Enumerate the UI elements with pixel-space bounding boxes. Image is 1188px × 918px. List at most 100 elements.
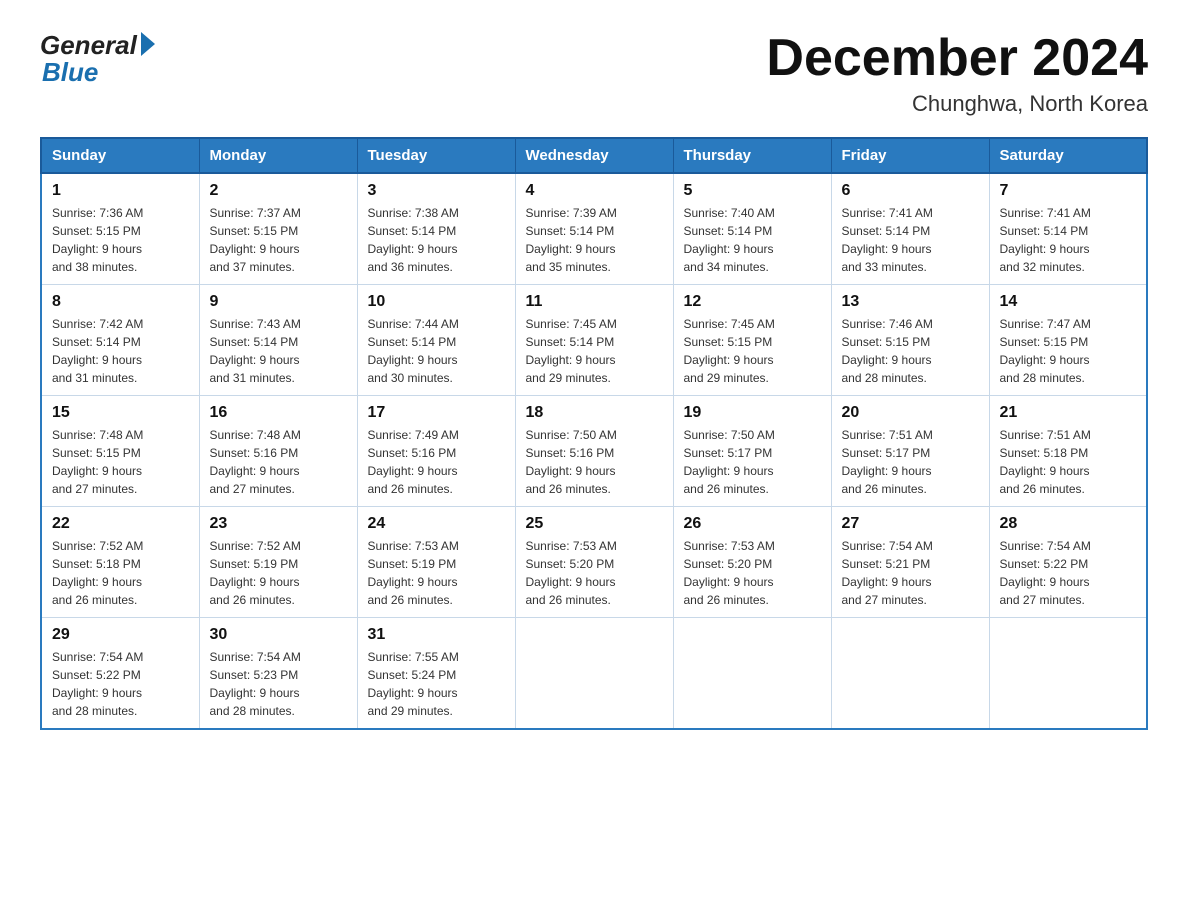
day-info: Sunrise: 7:51 AMSunset: 5:17 PMDaylight:… — [842, 428, 933, 496]
day-number: 3 — [368, 182, 505, 200]
day-number: 28 — [1000, 515, 1137, 533]
day-number: 2 — [210, 182, 347, 200]
page-header: General Blue December 2024 Chunghwa, Nor… — [40, 30, 1148, 117]
calendar-cell: 8 Sunrise: 7:42 AMSunset: 5:14 PMDayligh… — [41, 285, 199, 396]
day-number: 6 — [842, 182, 979, 200]
day-number: 29 — [52, 626, 189, 644]
day-number: 15 — [52, 404, 189, 422]
calendar-cell: 7 Sunrise: 7:41 AMSunset: 5:14 PMDayligh… — [989, 173, 1147, 285]
calendar-cell — [673, 618, 831, 730]
title-area: December 2024 Chunghwa, North Korea — [766, 30, 1148, 117]
calendar-subtitle: Chunghwa, North Korea — [766, 91, 1148, 117]
day-info: Sunrise: 7:53 AMSunset: 5:19 PMDaylight:… — [368, 539, 459, 607]
calendar-cell: 20 Sunrise: 7:51 AMSunset: 5:17 PMDaylig… — [831, 396, 989, 507]
calendar-cell: 15 Sunrise: 7:48 AMSunset: 5:15 PMDaylig… — [41, 396, 199, 507]
calendar-cell: 6 Sunrise: 7:41 AMSunset: 5:14 PMDayligh… — [831, 173, 989, 285]
day-number: 12 — [684, 293, 821, 311]
day-info: Sunrise: 7:53 AMSunset: 5:20 PMDaylight:… — [684, 539, 775, 607]
calendar-week-1: 1 Sunrise: 7:36 AMSunset: 5:15 PMDayligh… — [41, 173, 1147, 285]
day-info: Sunrise: 7:49 AMSunset: 5:16 PMDaylight:… — [368, 428, 459, 496]
day-number: 8 — [52, 293, 189, 311]
day-info: Sunrise: 7:45 AMSunset: 5:15 PMDaylight:… — [684, 317, 775, 385]
header-thursday: Thursday — [673, 138, 831, 173]
header-sunday: Sunday — [41, 138, 199, 173]
calendar-cell: 21 Sunrise: 7:51 AMSunset: 5:18 PMDaylig… — [989, 396, 1147, 507]
calendar-week-5: 29 Sunrise: 7:54 AMSunset: 5:22 PMDaylig… — [41, 618, 1147, 730]
day-number: 17 — [368, 404, 505, 422]
day-info: Sunrise: 7:48 AMSunset: 5:15 PMDaylight:… — [52, 428, 143, 496]
day-number: 5 — [684, 182, 821, 200]
calendar-cell: 27 Sunrise: 7:54 AMSunset: 5:21 PMDaylig… — [831, 507, 989, 618]
day-number: 21 — [1000, 404, 1137, 422]
day-info: Sunrise: 7:36 AMSunset: 5:15 PMDaylight:… — [52, 206, 143, 274]
calendar-cell: 26 Sunrise: 7:53 AMSunset: 5:20 PMDaylig… — [673, 507, 831, 618]
calendar-cell: 31 Sunrise: 7:55 AMSunset: 5:24 PMDaylig… — [357, 618, 515, 730]
day-info: Sunrise: 7:48 AMSunset: 5:16 PMDaylight:… — [210, 428, 301, 496]
day-info: Sunrise: 7:42 AMSunset: 5:14 PMDaylight:… — [52, 317, 143, 385]
calendar-cell: 30 Sunrise: 7:54 AMSunset: 5:23 PMDaylig… — [199, 618, 357, 730]
day-info: Sunrise: 7:50 AMSunset: 5:16 PMDaylight:… — [526, 428, 617, 496]
day-number: 7 — [1000, 182, 1137, 200]
calendar-cell: 12 Sunrise: 7:45 AMSunset: 5:15 PMDaylig… — [673, 285, 831, 396]
calendar-cell: 18 Sunrise: 7:50 AMSunset: 5:16 PMDaylig… — [515, 396, 673, 507]
logo: General Blue — [40, 30, 155, 88]
calendar-header-row: SundayMondayTuesdayWednesdayThursdayFrid… — [41, 138, 1147, 173]
header-friday: Friday — [831, 138, 989, 173]
day-number: 18 — [526, 404, 663, 422]
day-info: Sunrise: 7:50 AMSunset: 5:17 PMDaylight:… — [684, 428, 775, 496]
day-info: Sunrise: 7:54 AMSunset: 5:22 PMDaylight:… — [1000, 539, 1091, 607]
calendar-cell: 3 Sunrise: 7:38 AMSunset: 5:14 PMDayligh… — [357, 173, 515, 285]
day-info: Sunrise: 7:54 AMSunset: 5:22 PMDaylight:… — [52, 650, 143, 718]
calendar-week-3: 15 Sunrise: 7:48 AMSunset: 5:15 PMDaylig… — [41, 396, 1147, 507]
calendar-cell — [515, 618, 673, 730]
day-number: 9 — [210, 293, 347, 311]
calendar-week-2: 8 Sunrise: 7:42 AMSunset: 5:14 PMDayligh… — [41, 285, 1147, 396]
day-info: Sunrise: 7:46 AMSunset: 5:15 PMDaylight:… — [842, 317, 933, 385]
day-info: Sunrise: 7:43 AMSunset: 5:14 PMDaylight:… — [210, 317, 301, 385]
header-monday: Monday — [199, 138, 357, 173]
header-saturday: Saturday — [989, 138, 1147, 173]
day-info: Sunrise: 7:37 AMSunset: 5:15 PMDaylight:… — [210, 206, 301, 274]
calendar-cell: 29 Sunrise: 7:54 AMSunset: 5:22 PMDaylig… — [41, 618, 199, 730]
day-info: Sunrise: 7:47 AMSunset: 5:15 PMDaylight:… — [1000, 317, 1091, 385]
day-info: Sunrise: 7:41 AMSunset: 5:14 PMDaylight:… — [842, 206, 933, 274]
day-number: 16 — [210, 404, 347, 422]
day-number: 26 — [684, 515, 821, 533]
day-info: Sunrise: 7:55 AMSunset: 5:24 PMDaylight:… — [368, 650, 459, 718]
calendar-cell: 17 Sunrise: 7:49 AMSunset: 5:16 PMDaylig… — [357, 396, 515, 507]
calendar-table: SundayMondayTuesdayWednesdayThursdayFrid… — [40, 137, 1148, 730]
day-number: 19 — [684, 404, 821, 422]
header-wednesday: Wednesday — [515, 138, 673, 173]
calendar-cell: 4 Sunrise: 7:39 AMSunset: 5:14 PMDayligh… — [515, 173, 673, 285]
day-number: 20 — [842, 404, 979, 422]
calendar-cell: 10 Sunrise: 7:44 AMSunset: 5:14 PMDaylig… — [357, 285, 515, 396]
day-info: Sunrise: 7:39 AMSunset: 5:14 PMDaylight:… — [526, 206, 617, 274]
calendar-cell: 14 Sunrise: 7:47 AMSunset: 5:15 PMDaylig… — [989, 285, 1147, 396]
day-info: Sunrise: 7:38 AMSunset: 5:14 PMDaylight:… — [368, 206, 459, 274]
day-info: Sunrise: 7:52 AMSunset: 5:19 PMDaylight:… — [210, 539, 301, 607]
day-info: Sunrise: 7:54 AMSunset: 5:21 PMDaylight:… — [842, 539, 933, 607]
calendar-cell: 25 Sunrise: 7:53 AMSunset: 5:20 PMDaylig… — [515, 507, 673, 618]
day-number: 27 — [842, 515, 979, 533]
calendar-week-4: 22 Sunrise: 7:52 AMSunset: 5:18 PMDaylig… — [41, 507, 1147, 618]
day-number: 24 — [368, 515, 505, 533]
day-info: Sunrise: 7:51 AMSunset: 5:18 PMDaylight:… — [1000, 428, 1091, 496]
day-number: 31 — [368, 626, 505, 644]
day-number: 4 — [526, 182, 663, 200]
day-info: Sunrise: 7:45 AMSunset: 5:14 PMDaylight:… — [526, 317, 617, 385]
day-number: 1 — [52, 182, 189, 200]
day-number: 23 — [210, 515, 347, 533]
day-info: Sunrise: 7:52 AMSunset: 5:18 PMDaylight:… — [52, 539, 143, 607]
day-info: Sunrise: 7:40 AMSunset: 5:14 PMDaylight:… — [684, 206, 775, 274]
calendar-cell — [989, 618, 1147, 730]
calendar-title: December 2024 — [766, 30, 1148, 87]
day-info: Sunrise: 7:54 AMSunset: 5:23 PMDaylight:… — [210, 650, 301, 718]
day-number: 11 — [526, 293, 663, 311]
logo-arrow-icon — [141, 32, 155, 56]
logo-blue-text: Blue — [42, 57, 98, 88]
day-number: 14 — [1000, 293, 1137, 311]
day-info: Sunrise: 7:41 AMSunset: 5:14 PMDaylight:… — [1000, 206, 1091, 274]
calendar-cell: 16 Sunrise: 7:48 AMSunset: 5:16 PMDaylig… — [199, 396, 357, 507]
calendar-cell — [831, 618, 989, 730]
calendar-cell: 2 Sunrise: 7:37 AMSunset: 5:15 PMDayligh… — [199, 173, 357, 285]
